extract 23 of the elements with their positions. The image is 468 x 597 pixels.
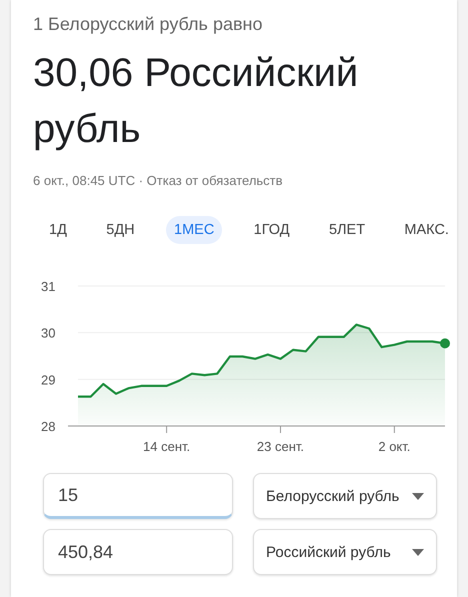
range-tab[interactable]: 1МЕС	[166, 216, 222, 244]
caret-icon	[412, 492, 424, 500]
x-axis-label: 14 сент.	[143, 439, 190, 454]
x-axis-label: 2 окт.	[378, 439, 410, 454]
subtitle: 1 Белорусский рубль равно	[33, 14, 264, 35]
range-tab[interactable]: МАКС.	[396, 216, 457, 244]
caret-icon	[412, 548, 424, 556]
range-tab[interactable]: 5ЛЕТ	[320, 216, 374, 244]
y-axis-label: 31	[41, 279, 56, 294]
currency-dropdown[interactable]: Российский рубль	[253, 529, 437, 575]
y-axis-label: 29	[41, 372, 56, 388]
range-tab[interactable]: 1Д	[41, 216, 75, 244]
current-point	[440, 338, 450, 348]
amount-field[interactable]: 450,84	[43, 529, 233, 575]
timestamp-disclaimer: 6 окт., 08:45 UTC · Отказ от обязательств	[33, 173, 284, 188]
currency-dropdown[interactable]: Белорусский рубль	[253, 473, 437, 519]
range-tab[interactable]: 1ГОД	[246, 216, 298, 244]
x-axis-label: 23 сент.	[256, 439, 304, 454]
range-tab[interactable]: 5ДН	[98, 216, 143, 244]
exchange-result: 30,06 Российский рубль	[33, 50, 360, 153]
y-axis-label: 30	[41, 326, 56, 341]
y-axis-label: 28	[41, 419, 56, 434]
amount-field[interactable]: 15	[43, 473, 233, 519]
